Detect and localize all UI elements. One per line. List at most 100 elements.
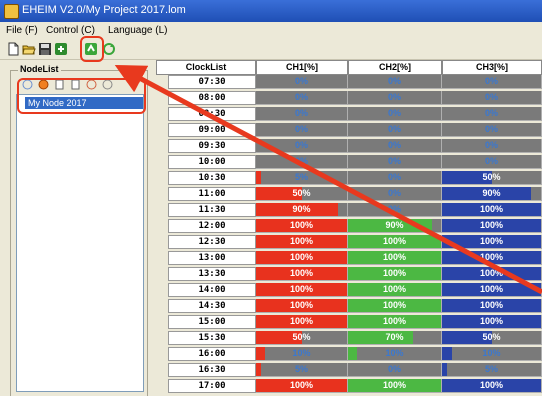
ch3-cell[interactable]: 100%: [442, 379, 542, 393]
ch1-cell[interactable]: 0%: [256, 123, 348, 137]
ch2-cell[interactable]: 100%: [348, 315, 442, 329]
ch1-value: 0%: [294, 156, 308, 166]
ch2-cell[interactable]: 90%: [348, 219, 442, 233]
time-cell[interactable]: 15:30: [168, 331, 256, 345]
time-cell[interactable]: 11:30: [168, 203, 256, 217]
ch3-cell[interactable]: 5%: [442, 363, 542, 377]
time-cell[interactable]: 09:00: [168, 123, 256, 137]
ch2-cell[interactable]: 0%: [348, 75, 442, 89]
ch1-cell[interactable]: 0%: [256, 155, 348, 169]
ch2-cell[interactable]: 100%: [348, 379, 442, 393]
new-file-icon[interactable]: [6, 42, 20, 56]
time-cell[interactable]: 14:30: [168, 299, 256, 313]
ch1-cell[interactable]: 50%: [256, 331, 348, 345]
ch2-cell[interactable]: 0%: [348, 91, 442, 105]
time-cell[interactable]: 12:30: [168, 235, 256, 249]
ch2-cell[interactable]: 100%: [348, 251, 442, 265]
ch2-cell[interactable]: 100%: [348, 267, 442, 281]
ch3-cell[interactable]: 0%: [442, 75, 542, 89]
ch2-cell[interactable]: 0%: [348, 139, 442, 153]
ch2-cell[interactable]: 0%: [348, 363, 442, 377]
ch1-cell[interactable]: 100%: [256, 299, 348, 313]
ch3-value: 100%: [479, 300, 504, 310]
ch3-cell[interactable]: 100%: [442, 299, 542, 313]
ch3-cell[interactable]: 100%: [442, 235, 542, 249]
open-folder-icon[interactable]: [22, 42, 36, 56]
time-cell[interactable]: 13:00: [168, 251, 256, 265]
ch1-cell[interactable]: 0%: [256, 75, 348, 89]
time-cell[interactable]: 08:30: [168, 107, 256, 121]
ch1-cell[interactable]: 10%: [256, 347, 348, 361]
time-cell[interactable]: 17:00: [168, 379, 256, 393]
time-cell[interactable]: 07:30: [168, 75, 256, 89]
ch3-cell[interactable]: 0%: [442, 155, 542, 169]
time-cell[interactable]: 15:00: [168, 315, 256, 329]
refresh-icon[interactable]: [102, 42, 116, 56]
ch1-cell[interactable]: 100%: [256, 379, 348, 393]
time-cell[interactable]: 10:00: [168, 155, 256, 169]
ch3-cell[interactable]: 90%: [442, 187, 542, 201]
ch3-value: 0%: [484, 140, 498, 150]
ch3-cell[interactable]: 100%: [442, 251, 542, 265]
time-cell[interactable]: 13:30: [168, 267, 256, 281]
ch3-cell[interactable]: 0%: [442, 107, 542, 121]
ch3-cell[interactable]: 100%: [442, 283, 542, 297]
ch1-cell[interactable]: 5%: [256, 171, 348, 185]
ch2-cell[interactable]: 0%: [348, 123, 442, 137]
ch1-cell[interactable]: 100%: [256, 283, 348, 297]
title-bar: EHEIM V2.0/My Project 2017.lom: [0, 0, 542, 22]
ch2-cell[interactable]: 100%: [348, 299, 442, 313]
time-cell[interactable]: 09:30: [168, 139, 256, 153]
ch3-cell[interactable]: 100%: [442, 203, 542, 217]
menu-language[interactable]: Language (L): [108, 25, 168, 36]
save-icon[interactable]: [38, 42, 52, 56]
time-cell[interactable]: 16:30: [168, 363, 256, 377]
time-cell[interactable]: 14:00: [168, 283, 256, 297]
ch1-cell[interactable]: 50%: [256, 187, 348, 201]
ch1-cell[interactable]: 100%: [256, 267, 348, 281]
ch2-cell[interactable]: 10%: [348, 347, 442, 361]
ch1-cell[interactable]: 100%: [256, 251, 348, 265]
ch2-cell[interactable]: 0%: [348, 187, 442, 201]
ch1-cell[interactable]: 0%: [256, 91, 348, 105]
ch1-cell[interactable]: 0%: [256, 107, 348, 121]
ch3-cell[interactable]: 50%: [442, 331, 542, 345]
ch2-cell[interactable]: 0%: [348, 155, 442, 169]
ch1-cell[interactable]: 100%: [256, 315, 348, 329]
ch2-cell[interactable]: 100%: [348, 283, 442, 297]
ch1-cell[interactable]: 90%: [256, 203, 348, 217]
time-cell[interactable]: 12:00: [168, 219, 256, 233]
time-cell[interactable]: 10:30: [168, 171, 256, 185]
node-tree: My Node 2017: [16, 94, 144, 392]
ch2-cell[interactable]: 70%: [348, 331, 442, 345]
ch3-value: 0%: [484, 124, 498, 134]
ch3-cell[interactable]: 50%: [442, 171, 542, 185]
ch1-value: 0%: [294, 108, 308, 118]
time-cell[interactable]: 16:00: [168, 347, 256, 361]
menu-file[interactable]: File (F): [6, 25, 38, 36]
ch2-cell[interactable]: 100%: [348, 235, 442, 249]
menu-control[interactable]: Control (C): [46, 25, 95, 36]
ch1-cell[interactable]: 5%: [256, 363, 348, 377]
time-cell[interactable]: 08:00: [168, 91, 256, 105]
time-cell[interactable]: 11:00: [168, 187, 256, 201]
ch2-cell[interactable]: 0%: [348, 171, 442, 185]
window-title: EHEIM V2.0/My Project 2017.lom: [22, 4, 186, 16]
ch2-cell[interactable]: 0%: [348, 203, 442, 217]
ch3-cell[interactable]: 100%: [442, 315, 542, 329]
ch3-cell[interactable]: 100%: [442, 267, 542, 281]
ch3-cell[interactable]: 0%: [442, 123, 542, 137]
ch2-cell[interactable]: 0%: [348, 107, 442, 121]
ch3-cell[interactable]: 0%: [442, 139, 542, 153]
ch1-value: 0%: [294, 124, 308, 134]
ch3-value: 100%: [479, 204, 504, 214]
ch1-cell[interactable]: 100%: [256, 219, 348, 233]
ch1-cell[interactable]: 0%: [256, 139, 348, 153]
ch2-value: 0%: [387, 188, 401, 198]
ch3-cell[interactable]: 10%: [442, 347, 542, 361]
ch2-value: 0%: [387, 108, 401, 118]
ch3-cell[interactable]: 0%: [442, 91, 542, 105]
ch3-cell[interactable]: 100%: [442, 219, 542, 233]
export-icon[interactable]: [54, 42, 68, 56]
ch1-cell[interactable]: 100%: [256, 235, 348, 249]
